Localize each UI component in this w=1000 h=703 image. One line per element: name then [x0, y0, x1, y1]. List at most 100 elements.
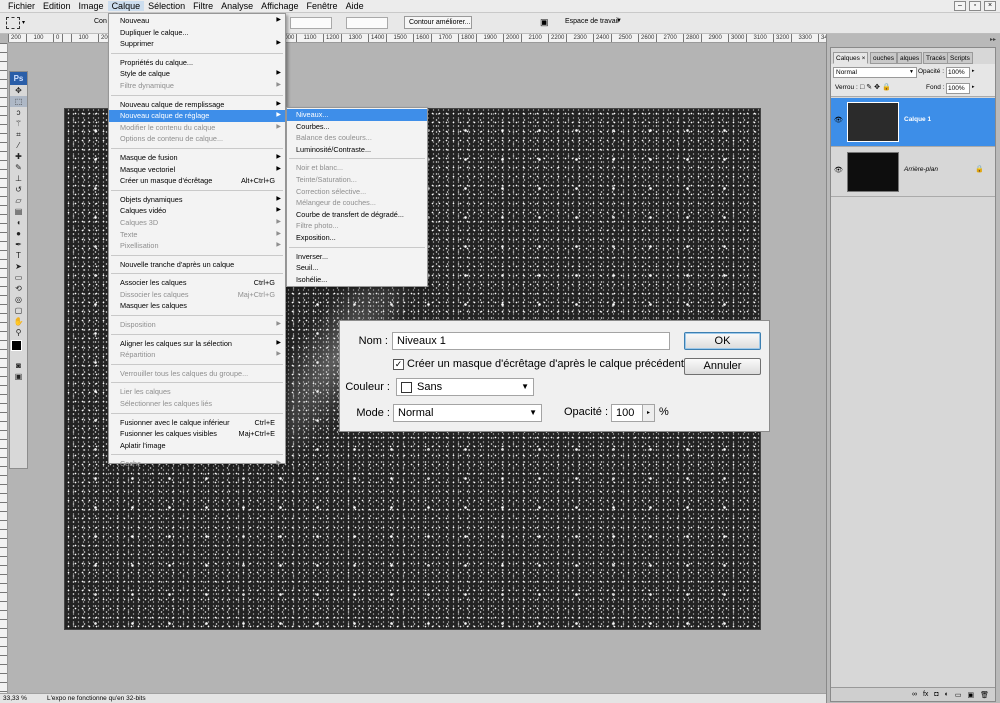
- screen-mode-icon[interactable]: ▣: [10, 371, 27, 382]
- menu-item-courbe-de-transfert-de-degrade[interactable]: Courbe de transfert de dégradé...: [287, 209, 427, 221]
- shape-tool-icon[interactable]: ▭: [10, 272, 27, 283]
- workspace-button[interactable]: Espace de travail: [565, 18, 619, 25]
- minimize-icon[interactable]: –: [954, 1, 966, 11]
- tab-channels[interactable]: ouches: [870, 52, 897, 64]
- opacity-arrow-icon[interactable]: ▸: [972, 68, 975, 74]
- menu-item-fusionner-les-calques-visibles[interactable]: Fusionner les calques visibles Maj+Ctrl+E: [109, 428, 285, 440]
- menu-item-dupliquer-le-calque[interactable]: Dupliquer le calque...: [109, 27, 285, 39]
- visibility-eye-icon[interactable]: 👁: [834, 116, 843, 124]
- new-layer-icon[interactable]: ▣: [967, 691, 974, 699]
- history-brush-tool-icon[interactable]: ↺: [10, 184, 27, 195]
- menu-fichier[interactable]: Fichier: [4, 1, 39, 11]
- menu-item-seuil[interactable]: Seuil...: [287, 262, 427, 274]
- stamp-tool-icon[interactable]: ⊥: [10, 173, 27, 184]
- foreground-color[interactable]: [11, 340, 22, 351]
- adjustment-layer-icon[interactable]: ◐: [945, 691, 949, 698]
- notes-tool-icon[interactable]: ▢: [10, 305, 27, 316]
- menu-item-nouveau-calque-de-reglage[interactable]: Nouveau calque de réglage ▶: [109, 110, 285, 122]
- hand-tool-icon[interactable]: ✋: [10, 316, 27, 327]
- menu-analyse[interactable]: Analyse: [217, 1, 257, 11]
- width-field[interactable]: [290, 17, 332, 29]
- menu-item-objets-dynamiques[interactable]: Objets dynamiques ▶: [109, 194, 285, 206]
- menu-item-exposition[interactable]: Exposition...: [287, 232, 427, 244]
- menu-item-masque-de-fusion[interactable]: Masque de fusion ▶: [109, 152, 285, 164]
- 3d-orbit-tool-icon[interactable]: ◎: [10, 294, 27, 305]
- menu-item-courbes[interactable]: Courbes...: [287, 121, 427, 133]
- eraser-tool-icon[interactable]: ▱: [10, 195, 27, 206]
- marquee-tool-icon[interactable]: [6, 17, 20, 29]
- height-field[interactable]: [346, 17, 388, 29]
- workspace-dropdown-icon[interactable]: ▼: [616, 18, 622, 24]
- layer-name-input[interactable]: Niveaux 1: [392, 332, 670, 350]
- healing-tool-icon[interactable]: ✚: [10, 151, 27, 162]
- menu-edition[interactable]: Edition: [39, 1, 75, 11]
- menu-item-nouveau[interactable]: Nouveau ▶: [109, 15, 285, 27]
- brush-tool-icon[interactable]: ✎: [10, 162, 27, 173]
- 3d-rotate-tool-icon[interactable]: ⟲: [10, 283, 27, 294]
- move-tool-icon[interactable]: ✥: [10, 85, 27, 96]
- dodge-tool-icon[interactable]: ●: [10, 228, 27, 239]
- menu-item-nouvelle-tranche-d-apres-un-calque[interactable]: Nouvelle tranche d'après un calque: [109, 259, 285, 271]
- refine-edge-button[interactable]: Contour améliorer...: [404, 16, 472, 29]
- clipping-mask-checkbox[interactable]: ✓: [393, 359, 404, 370]
- fill-input[interactable]: 100%: [946, 83, 970, 94]
- link-layers-icon[interactable]: ∞: [912, 691, 917, 698]
- layer-opacity-input[interactable]: 100%: [946, 67, 970, 78]
- gradient-tool-icon[interactable]: ▤: [10, 206, 27, 217]
- close-icon[interactable]: ×: [984, 1, 996, 11]
- menu-item-proprietes-du-calque[interactable]: Propriétés du calque...: [109, 57, 285, 69]
- menu-item-creer-un-masque-d-ecretage[interactable]: Créer un masque d'écrêtage Alt+Ctrl+G: [109, 175, 285, 187]
- eyedropper-tool-icon[interactable]: ⁄: [10, 140, 27, 151]
- menu-item-style-de-calque[interactable]: Style de calque ▶: [109, 68, 285, 80]
- new-group-icon[interactable]: ▭: [955, 691, 962, 699]
- menu-item-niveaux[interactable]: Niveaux...: [287, 109, 427, 121]
- menu-item-aligner-les-calques-sur-la-selection[interactable]: Aligner les calques sur la sélection ▶: [109, 338, 285, 350]
- panel-collapse-icon[interactable]: ▸▸: [990, 36, 996, 43]
- fill-arrow-icon[interactable]: ▸: [972, 84, 975, 90]
- menu-item-inverser[interactable]: Inverser...: [287, 251, 427, 263]
- type-tool-icon[interactable]: T: [10, 250, 27, 261]
- menu-item-nouveau-calque-de-remplissage[interactable]: Nouveau calque de remplissage ▶: [109, 99, 285, 111]
- add-mask-icon[interactable]: ◘: [934, 691, 938, 698]
- ok-button[interactable]: OK: [684, 332, 761, 350]
- marquee-tool-icon[interactable]: ⬚: [10, 96, 27, 107]
- crop-tool-icon[interactable]: ⌗: [10, 129, 27, 140]
- menu-item-associer-les-calques[interactable]: Associer les calques Ctrl+G: [109, 277, 285, 289]
- magic-wand-tool-icon[interactable]: ⚚: [10, 118, 27, 129]
- menu-item-masquer-les-calques[interactable]: Masquer les calques: [109, 300, 285, 312]
- quick-mask-icon[interactable]: ◙: [10, 360, 27, 371]
- menu-calque[interactable]: Calque: [107, 1, 145, 11]
- pen-tool-icon[interactable]: ✒: [10, 239, 27, 250]
- menu-affichage[interactable]: Affichage: [257, 1, 302, 11]
- lock-icons[interactable]: □✎✥🔒: [860, 83, 893, 91]
- menu-fenetre[interactable]: Fenêtre: [303, 1, 342, 11]
- cancel-button[interactable]: Annuler: [684, 358, 761, 375]
- menu-item-supprimer[interactable]: Supprimer ▶: [109, 38, 285, 50]
- tab-layer-comps[interactable]: alques: [897, 52, 923, 64]
- menu-item-aplatir-l-image[interactable]: Aplatir l'image: [109, 440, 285, 452]
- opacity-input[interactable]: 100 ▸: [611, 404, 655, 422]
- menu-image[interactable]: Image: [75, 1, 108, 11]
- menu-item-luminosite-contraste[interactable]: Luminosité/Contraste...: [287, 144, 427, 156]
- tab-scripts[interactable]: Scripts: [947, 52, 973, 64]
- blur-tool-icon[interactable]: ◖: [10, 217, 27, 228]
- visibility-eye-icon[interactable]: 👁: [834, 166, 843, 174]
- maximize-icon[interactable]: ▫: [969, 1, 981, 11]
- path-selection-tool-icon[interactable]: ➤: [10, 261, 27, 272]
- mode-select[interactable]: Normal ▼: [393, 404, 542, 422]
- menu-item-masque-vectoriel[interactable]: Masque vectoriel ▶: [109, 164, 285, 176]
- blend-mode-select[interactable]: Normal ▼: [833, 67, 917, 78]
- tab-paths[interactable]: Tracés: [923, 52, 949, 64]
- menu-filtre[interactable]: Filtre: [189, 1, 217, 11]
- layer-row-arriere-plan[interactable]: 👁 Arrière-plan 🔒: [831, 148, 995, 197]
- menu-item-calques-video[interactable]: Calques vidéo ▶: [109, 205, 285, 217]
- menu-aide[interactable]: Aide: [342, 1, 368, 11]
- tab-layers[interactable]: Calques ×: [833, 52, 869, 64]
- menu-item-isohelie[interactable]: Isohélie...: [287, 274, 427, 286]
- zoom-tool-icon[interactable]: ⚲: [10, 327, 27, 338]
- layer-row-calque-1[interactable]: 👁 Calque 1: [831, 98, 995, 147]
- menu-selection[interactable]: Sélection: [144, 1, 189, 11]
- opacity-stepper-icon[interactable]: ▸: [642, 405, 654, 421]
- trash-icon[interactable]: 🗑: [980, 691, 989, 699]
- menu-item-fusionner-avec-le-calque-inferieur[interactable]: Fusionner avec le calque inférieur Ctrl+E: [109, 417, 285, 429]
